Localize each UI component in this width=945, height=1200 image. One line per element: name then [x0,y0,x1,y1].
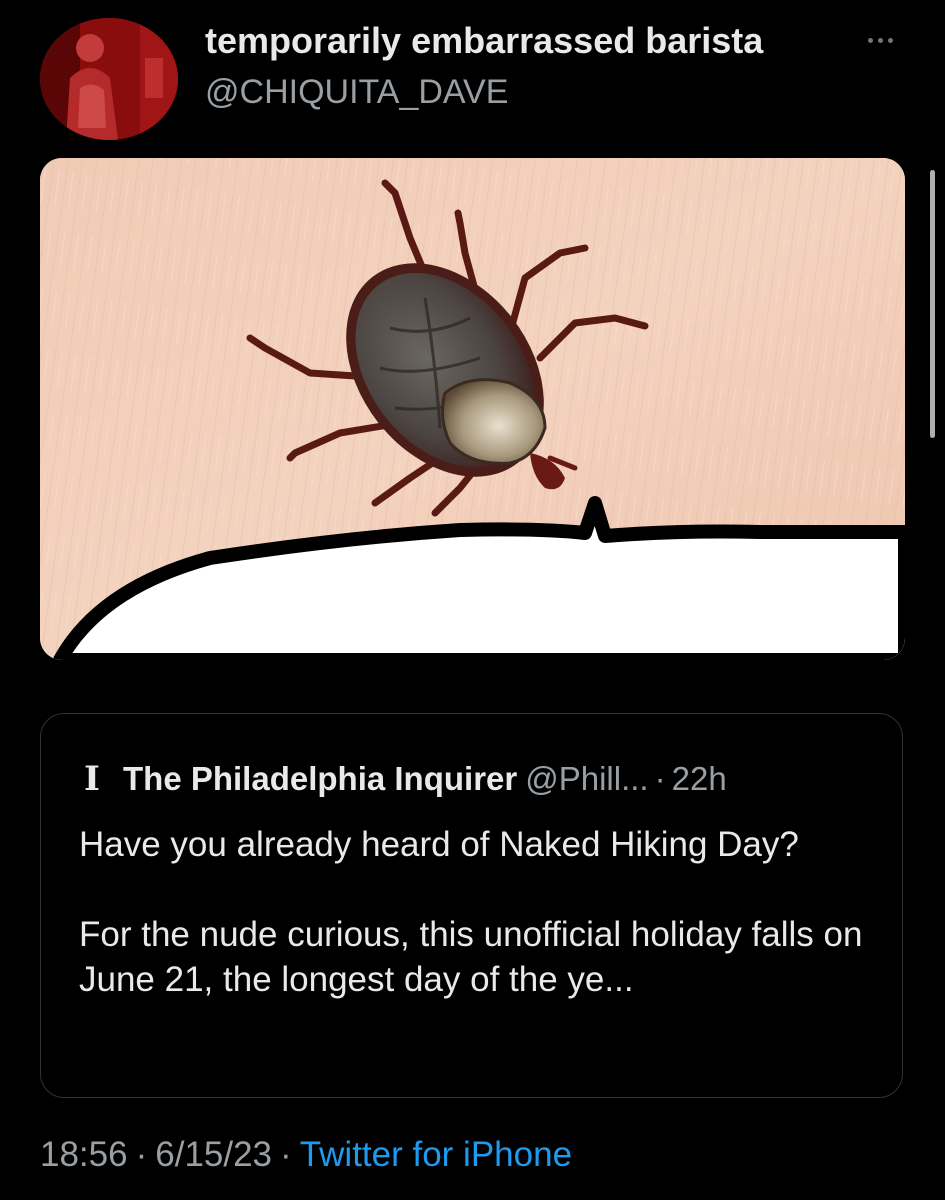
tweet-date[interactable]: 6/15/23 [155,1135,272,1174]
meta-separator: · [135,1135,148,1174]
more-options-icon [877,37,883,43]
quote-text-paragraph: For the nude curious, this unofficial ho… [79,915,863,999]
tick-on-skin-image [40,158,905,660]
meta-separator: · [280,1135,292,1174]
user-handle[interactable]: @CHIQUITA_DAVE [205,73,508,112]
more-options-button[interactable] [858,28,902,52]
avatar-photo-icon [40,18,178,140]
quote-text-paragraph: Have you already heard of Naked Hiking D… [79,825,799,864]
more-options-icon [887,37,893,43]
tweet-source-link[interactable]: Twitter for iPhone [300,1135,572,1174]
avatar[interactable] [40,18,178,140]
display-name[interactable]: temporarily embarrassed barista [205,20,763,62]
scrollbar[interactable] [930,170,935,438]
quote-text: Have you already heard of Naked Hiking D… [79,822,879,1002]
tweet-meta: 18:56 · 6/15/23 · Twitter for iPhone [40,1135,572,1175]
more-options-icon [867,37,873,43]
quote-tweet-card[interactable]: I The Philadelphia Inquirer @Phill... · … [40,713,903,1098]
quote-author-handle[interactable]: @Phill... [525,760,648,798]
quote-timestamp[interactable]: 22h [672,760,727,798]
quote-separator: · [654,760,666,797]
quote-author-name[interactable]: The Philadelphia Inquirer [123,760,517,798]
tweet-time[interactable]: 18:56 [40,1135,128,1174]
inquirer-logo-icon: I [84,759,100,799]
tweet-media[interactable] [40,158,905,660]
quote-header: I The Philadelphia Inquirer @Phill... · … [81,759,727,799]
